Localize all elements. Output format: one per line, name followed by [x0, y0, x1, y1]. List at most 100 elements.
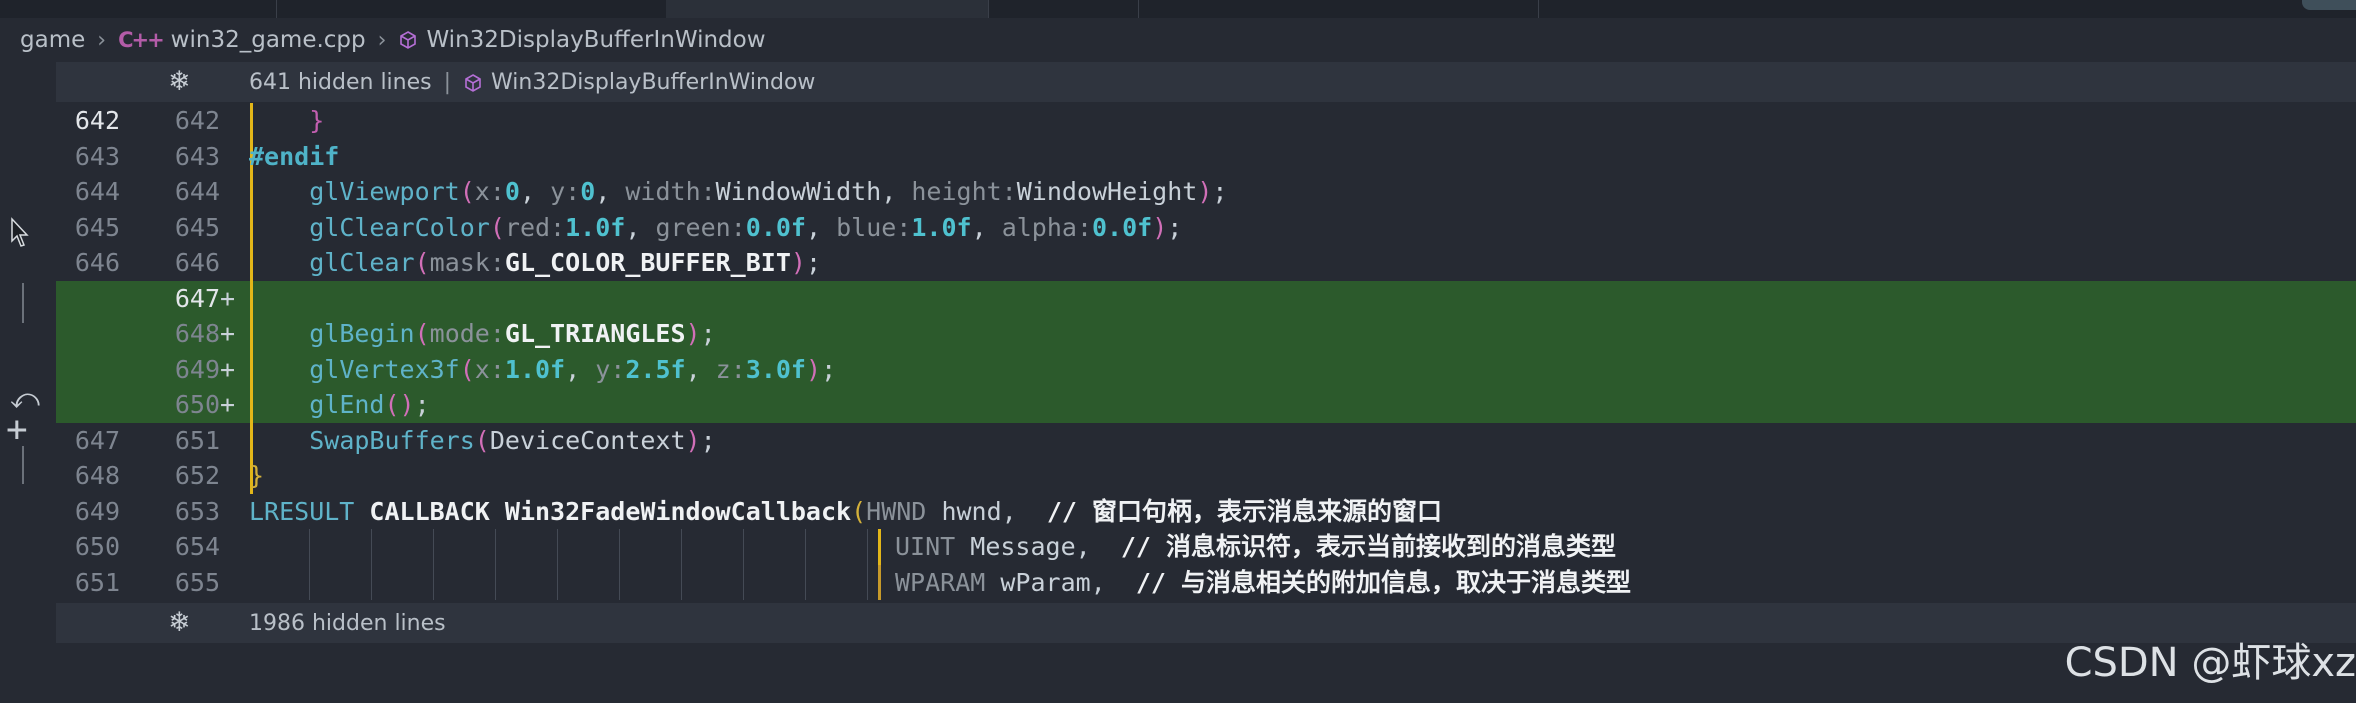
- code-line[interactable]: 650 654 UINT Message, // 消息标识符，表示当前接收到的消…: [56, 529, 2356, 565]
- folded-region-top[interactable]: ❄ 641 hidden lines | Win32DisplayBufferI…: [56, 62, 2356, 102]
- indent-guide: [371, 529, 372, 565]
- line-number-old: 642: [74, 106, 120, 135]
- stage-change-plus-icon[interactable]: +: [6, 412, 28, 448]
- indent-guide: [681, 564, 682, 600]
- line-number-old: 646: [74, 248, 120, 277]
- line-number-new: 643: [174, 141, 220, 171]
- fold-symbol: Win32DisplayBufferInWindow: [491, 70, 816, 95]
- code-text: LRESULT CALLBACK Win32FadeWindowCallback…: [249, 496, 1442, 526]
- line-number-new: 642: [174, 106, 220, 135]
- code-text: WPARAM wParam, // 与消息相关的附加信息，取决于消息类型: [895, 567, 1631, 597]
- code-text: }: [249, 461, 265, 490]
- indent-guide: [805, 529, 806, 565]
- code-text: glEnd();: [309, 390, 430, 419]
- indent-guide: [557, 529, 558, 565]
- chevron-right-icon: ›: [97, 27, 107, 53]
- code-text: glViewport(x:0, y:0, width:WindowWidth, …: [309, 177, 1228, 206]
- code-line[interactable]: 649 653 LRESULT CALLBACK Win32FadeWindow…: [56, 494, 2356, 530]
- line-number-new: 654: [174, 532, 220, 561]
- code-line[interactable]: 651 655 WPARAM wParam, // 与消息相关的附加信息，取决于…: [56, 564, 2356, 600]
- line-number-old: 651: [74, 567, 120, 597]
- code-text: glClearColor(red:1.0f, green:0.0f, blue:…: [309, 212, 1183, 242]
- mouse-cursor-icon: [10, 217, 32, 253]
- editor-tab[interactable]: [276, 0, 667, 18]
- line-number-old: 645: [74, 212, 120, 242]
- tab-strip-corner: [2302, 0, 2356, 10]
- indent-guide: [681, 529, 682, 565]
- breadcrumb-symbol[interactable]: Win32DisplayBufferInWindow: [426, 27, 765, 53]
- watermark: CSDN @虾球xz: [2064, 640, 2356, 686]
- line-number-new: 648: [174, 319, 220, 348]
- line-number-old: 647: [74, 425, 120, 455]
- code-text: glBegin(mode:GL_TRIANGLES);: [309, 319, 716, 348]
- added-marker: +: [220, 390, 236, 419]
- bracket-guide: [878, 529, 881, 565]
- diff-gutter-panel: ⤺ +: [0, 62, 56, 703]
- hidden-lines-label: 641 hidden lines: [249, 70, 432, 95]
- editor-tab[interactable]: [988, 0, 1139, 18]
- breadcrumb-folder[interactable]: game: [20, 27, 85, 53]
- bracket-guide: [878, 564, 881, 600]
- line-number-old: 644: [74, 177, 120, 206]
- line-number-old: 650: [74, 532, 120, 561]
- added-line[interactable]: 647 +: [56, 280, 2356, 316]
- indent-guide: [433, 529, 434, 565]
- code-line[interactable]: 644 644 glViewport(x:0, y:0, width:Windo…: [56, 174, 2356, 210]
- added-marker: +: [220, 354, 236, 384]
- code-text: #endif: [249, 141, 340, 171]
- line-number-new: 646: [174, 248, 220, 277]
- code-line[interactable]: 647 651 SwapBuffers(DeviceContext);: [56, 422, 2356, 458]
- method-cube-icon: [463, 73, 483, 93]
- indent-guide: [743, 529, 744, 565]
- line-number-old: 648: [74, 461, 120, 490]
- indent-guide: [495, 564, 496, 600]
- added-marker: +: [220, 283, 236, 313]
- editor-tab[interactable]: [0, 0, 277, 18]
- added-line[interactable]: 648 + glBegin(mode:GL_TRIANGLES);: [56, 316, 2356, 352]
- line-number-old: 643: [74, 141, 120, 171]
- folded-region-bottom[interactable]: ❄ 1986 hidden lines: [56, 603, 2356, 643]
- line-number-old: 649: [74, 496, 120, 526]
- code-line[interactable]: 642 642 }: [56, 103, 2356, 139]
- gutter-separator: [22, 446, 24, 484]
- code-line[interactable]: 646 646 glClear(mask:GL_COLOR_BUFFER_BIT…: [56, 245, 2356, 281]
- code-text: UINT Message, // 消息标识符，表示当前接收到的消息类型: [895, 532, 1616, 561]
- indent-guide: [743, 564, 744, 600]
- line-number-new: 649: [174, 354, 220, 384]
- line-number-new: 647: [174, 283, 220, 313]
- added-line[interactable]: 649 + glVertex3f(x:1.0f, y:2.5f, z:3.0f)…: [56, 351, 2356, 387]
- indent-guide: [619, 529, 620, 565]
- indent-guide: [433, 564, 434, 600]
- code-editor[interactable]: ❄ 641 hidden lines | Win32DisplayBufferI…: [56, 62, 2356, 703]
- chevron-right-icon: ›: [377, 27, 387, 53]
- added-line[interactable]: 650 + glEnd();: [56, 387, 2356, 423]
- indent-guide: [805, 564, 806, 600]
- fold-separator: |: [443, 70, 452, 95]
- indent-guide: [309, 529, 310, 565]
- indent-guide: [371, 564, 372, 600]
- editor-tab[interactable]: [1138, 0, 1539, 18]
- line-number-new: 653: [174, 496, 220, 526]
- line-number-new: 650: [174, 390, 220, 419]
- code-text: glClear(mask:GL_COLOR_BUFFER_BIT);: [309, 248, 822, 277]
- cpp-file-icon: C++: [118, 28, 165, 52]
- breadcrumb-file[interactable]: win32_game.cpp: [171, 27, 366, 53]
- indent-guide: [495, 529, 496, 565]
- gutter-separator: [22, 283, 24, 323]
- code-line[interactable]: 643 643 #endif: [56, 138, 2356, 174]
- indent-guide: [309, 564, 310, 600]
- line-number-new: 651: [174, 425, 220, 455]
- indent-guide: [867, 564, 868, 600]
- code-line[interactable]: 645 645 glClearColor(red:1.0f, green:0.0…: [56, 209, 2356, 245]
- code-line[interactable]: 648 652 }: [56, 458, 2356, 494]
- editor-tab-active[interactable]: [666, 0, 989, 18]
- breadcrumb: game › C++ win32_game.cpp › Win32Display…: [0, 18, 2356, 62]
- code-text: glVertex3f(x:1.0f, y:2.5f, z:3.0f);: [309, 354, 837, 384]
- line-number-new: 644: [174, 177, 220, 206]
- hidden-lines-label: 1986 hidden lines: [249, 611, 446, 636]
- method-cube-icon: [398, 30, 418, 50]
- unfold-icon[interactable]: ❄: [168, 607, 191, 638]
- unfold-icon[interactable]: ❄: [168, 66, 191, 97]
- indent-guide: [557, 564, 558, 600]
- line-number-new: 652: [174, 461, 220, 490]
